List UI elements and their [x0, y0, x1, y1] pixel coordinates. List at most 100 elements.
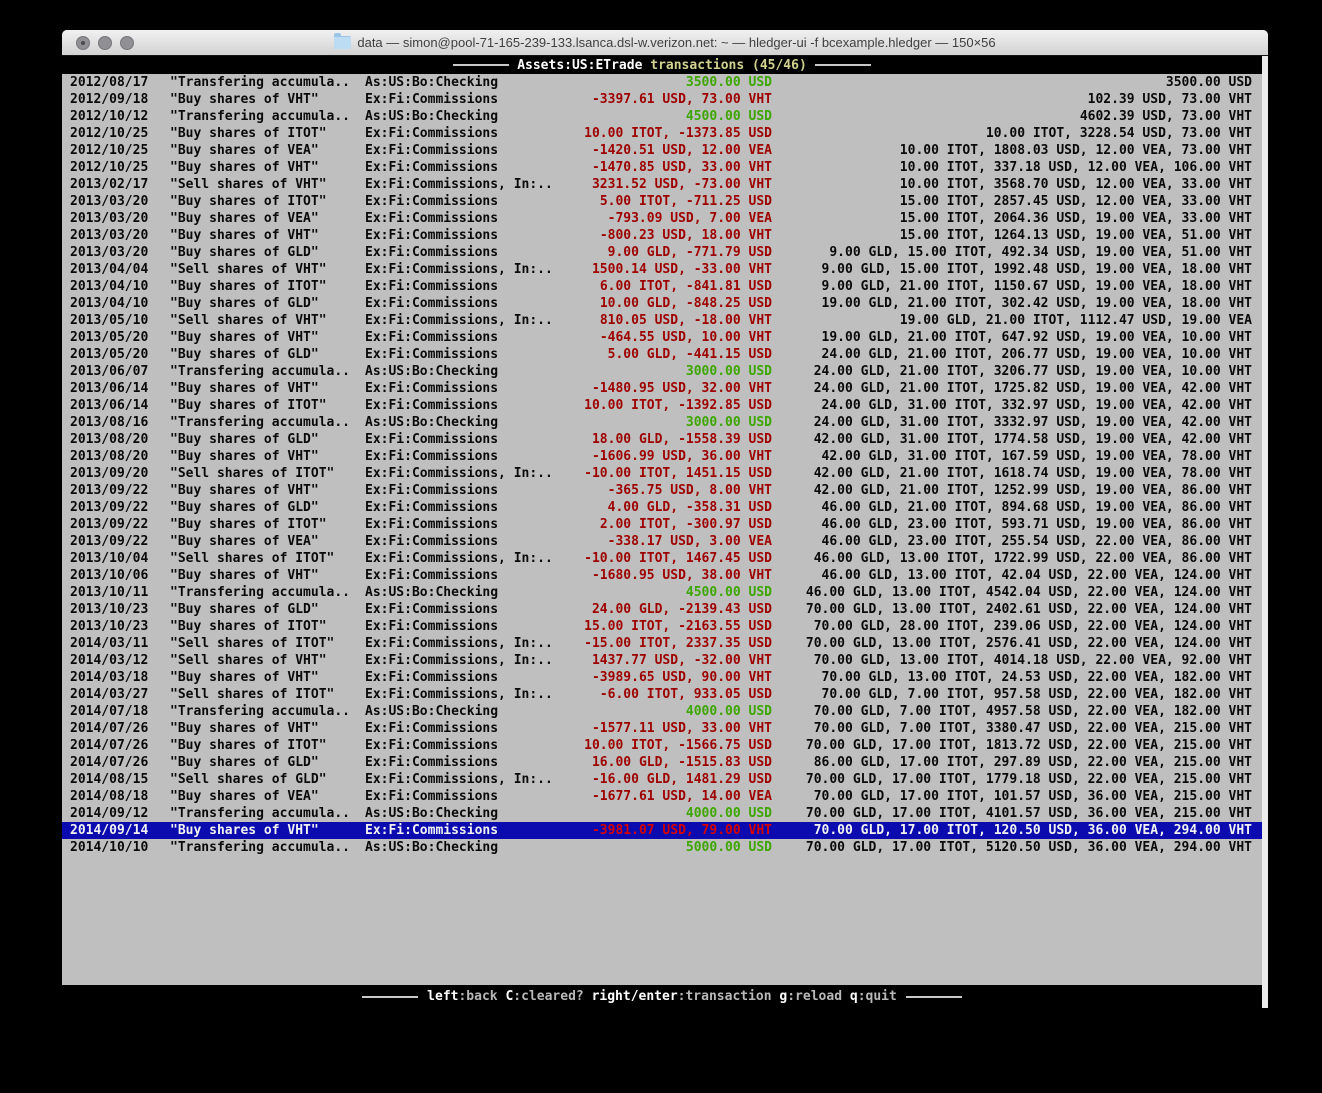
window-titlebar[interactable]: data — simon@pool-71-165-239-133.lsanca.… — [62, 30, 1268, 56]
table-row[interactable]: 2013/09/20 "Sell shares of ITOT" Ex:Fi:C… — [62, 465, 1262, 482]
cell-date: 2014/03/18 — [70, 670, 170, 685]
table-row[interactable]: 2013/04/10 "Buy shares of ITOT" Ex:Fi:Co… — [62, 278, 1262, 295]
table-row[interactable]: 2013/05/10 "Sell shares of VHT" Ex:Fi:Co… — [62, 312, 1262, 329]
cell-amount: 10.00 ITOT, -1566.75 USD — [580, 738, 772, 753]
cell-running-balance: 4602.39 USD, 73.00 VHT — [772, 109, 1252, 124]
table-row[interactable]: 2014/08/18 "Buy shares of VEA" Ex:Fi:Com… — [62, 788, 1262, 805]
table-row[interactable]: 2012/10/25 "Buy shares of VEA" Ex:Fi:Com… — [62, 142, 1262, 159]
cell-other-accounts: As:US:Bo:Checking — [365, 585, 580, 600]
table-row[interactable]: 2014/10/10 "Transfering accumula.. As:US… — [62, 839, 1262, 856]
table-row[interactable]: 2013/03/20 "Buy shares of ITOT" Ex:Fi:Co… — [62, 193, 1262, 210]
cell-description: "Buy shares of VHT" — [170, 568, 365, 583]
cell-description: "Transfering accumula.. — [170, 840, 365, 855]
cell-amount: 3000.00 USD — [580, 364, 772, 379]
cell-running-balance: 10.00 ITOT, 337.18 USD, 12.00 VEA, 106.0… — [772, 160, 1252, 175]
cell-date: 2013/05/20 — [70, 330, 170, 345]
cell-running-balance: 70.00 GLD, 13.00 ITOT, 2576.41 USD, 22.0… — [772, 636, 1252, 651]
table-row[interactable]: 2013/08/20 "Buy shares of VHT" Ex:Fi:Com… — [62, 448, 1262, 465]
minimize-button[interactable] — [98, 36, 112, 50]
table-row[interactable]: 2012/10/25 "Buy shares of ITOT" Ex:Fi:Co… — [62, 125, 1262, 142]
table-row[interactable]: 2014/03/11 "Sell shares of ITOT" Ex:Fi:C… — [62, 635, 1262, 652]
table-row[interactable]: 2013/03/20 "Buy shares of VEA" Ex:Fi:Com… — [62, 210, 1262, 227]
table-row[interactable]: 2013/10/11 "Transfering accumula.. As:US… — [62, 584, 1262, 601]
table-row[interactable]: 2013/10/06 "Buy shares of VHT" Ex:Fi:Com… — [62, 567, 1262, 584]
cell-amount: -365.75 USD, 8.00 VHT — [580, 483, 772, 498]
table-row[interactable]: 2013/09/22 "Buy shares of GLD" Ex:Fi:Com… — [62, 499, 1262, 516]
cell-other-accounts: Ex:Fi:Commissions — [365, 721, 580, 736]
table-row[interactable]: 2013/06/14 "Buy shares of ITOT" Ex:Fi:Co… — [62, 397, 1262, 414]
table-row[interactable]: 2013/03/20 "Buy shares of VHT" Ex:Fi:Com… — [62, 227, 1262, 244]
cell-date: 2014/08/18 — [70, 789, 170, 804]
table-row[interactable]: 2013/10/23 "Buy shares of GLD" Ex:Fi:Com… — [62, 601, 1262, 618]
table-row[interactable]: 2013/05/20 "Buy shares of VHT" Ex:Fi:Com… — [62, 329, 1262, 346]
table-row[interactable]: 2012/08/17 "Transfering accumula.. As:US… — [62, 74, 1262, 91]
cell-amount: 18.00 GLD, -1558.39 USD — [580, 432, 772, 447]
table-row[interactable]: 2014/03/27 "Sell shares of ITOT" Ex:Fi:C… — [62, 686, 1262, 703]
cell-description: "Buy shares of VHT" — [170, 449, 365, 464]
table-row[interactable]: 2014/07/26 "Buy shares of VHT" Ex:Fi:Com… — [62, 720, 1262, 737]
cell-running-balance: 10.00 ITOT, 1808.03 USD, 12.00 VEA, 73.0… — [772, 143, 1252, 158]
cell-other-accounts: Ex:Fi:Commissions — [365, 228, 580, 243]
table-row[interactable]: 2013/02/17 "Sell shares of VHT" Ex:Fi:Co… — [62, 176, 1262, 193]
cell-amount: 4.00 GLD, -358.31 USD — [580, 500, 772, 515]
table-row[interactable]: 2013/08/16 "Transfering accumula.. As:US… — [62, 414, 1262, 431]
key-hint: right/enter:transaction — [592, 989, 772, 1004]
table-row[interactable]: 2014/07/26 "Buy shares of ITOT" Ex:Fi:Co… — [62, 737, 1262, 754]
cell-description: "Buy shares of VEA" — [170, 143, 365, 158]
cell-description: "Buy shares of ITOT" — [170, 194, 365, 209]
table-row[interactable]: 2013/04/10 "Buy shares of GLD" Ex:Fi:Com… — [62, 295, 1262, 312]
cell-amount: -1470.85 USD, 33.00 VHT — [580, 160, 772, 175]
cell-description: "Buy shares of VHT" — [170, 330, 365, 345]
cell-running-balance: 42.00 GLD, 21.00 ITOT, 1618.74 USD, 19.0… — [772, 466, 1252, 481]
cell-running-balance: 46.00 GLD, 13.00 ITOT, 4542.04 USD, 22.0… — [772, 585, 1252, 600]
table-row[interactable]: 2014/09/14 "Buy shares of VHT" Ex:Fi:Com… — [62, 822, 1262, 839]
cell-other-accounts: Ex:Fi:Commissions — [365, 330, 580, 345]
table-row[interactable]: 2013/09/22 "Buy shares of ITOT" Ex:Fi:Co… — [62, 516, 1262, 533]
table-row[interactable]: 2013/06/07 "Transfering accumula.. As:US… — [62, 363, 1262, 380]
cell-other-accounts: Ex:Fi:Commissions, In:.. — [365, 636, 580, 651]
table-row[interactable]: 2012/10/12 "Transfering accumula.. As:US… — [62, 108, 1262, 125]
zoom-button[interactable] — [120, 36, 134, 50]
table-row[interactable]: 2013/03/20 "Buy shares of GLD" Ex:Fi:Com… — [62, 244, 1262, 261]
cell-description: "Sell shares of VHT" — [170, 177, 365, 192]
cell-date: 2014/08/15 — [70, 772, 170, 787]
cell-description: "Transfering accumula.. — [170, 585, 365, 600]
cell-date: 2014/09/14 — [70, 823, 170, 838]
table-row[interactable]: 2014/07/18 "Transfering accumula.. As:US… — [62, 703, 1262, 720]
cell-running-balance: 24.00 GLD, 31.00 ITOT, 332.97 USD, 19.00… — [772, 398, 1252, 413]
table-row[interactable]: 2013/10/04 "Sell shares of ITOT" Ex:Fi:C… — [62, 550, 1262, 567]
table-row[interactable]: 2013/04/04 "Sell shares of VHT" Ex:Fi:Co… — [62, 261, 1262, 278]
cell-description: "Transfering accumula.. — [170, 109, 365, 124]
table-row[interactable]: 2014/07/26 "Buy shares of GLD" Ex:Fi:Com… — [62, 754, 1262, 771]
cell-amount: -3989.65 USD, 90.00 VHT — [580, 670, 772, 685]
table-row[interactable]: 2013/10/23 "Buy shares of ITOT" Ex:Fi:Co… — [62, 618, 1262, 635]
table-row[interactable]: 2013/06/14 "Buy shares of VHT" Ex:Fi:Com… — [62, 380, 1262, 397]
table-row[interactable]: 2014/03/12 "Sell shares of VHT" Ex:Fi:Co… — [62, 652, 1262, 669]
table-row[interactable]: 2013/09/22 "Buy shares of VHT" Ex:Fi:Com… — [62, 482, 1262, 499]
cell-other-accounts: Ex:Fi:Commissions — [365, 619, 580, 634]
scrollbar[interactable] — [1262, 56, 1268, 1008]
cell-amount: 24.00 GLD, -2139.43 USD — [580, 602, 772, 617]
table-row[interactable]: 2014/08/15 "Sell shares of GLD" Ex:Fi:Co… — [62, 771, 1262, 788]
table-row[interactable]: 2012/09/18 "Buy shares of VHT" Ex:Fi:Com… — [62, 91, 1262, 108]
terminal-window: data — simon@pool-71-165-239-133.lsanca.… — [62, 30, 1268, 1008]
table-row[interactable]: 2013/09/22 "Buy shares of VEA" Ex:Fi:Com… — [62, 533, 1262, 550]
cell-date: 2013/04/04 — [70, 262, 170, 277]
header-rule-left — [453, 64, 509, 66]
table-row[interactable]: 2012/10/25 "Buy shares of VHT" Ex:Fi:Com… — [62, 159, 1262, 176]
cell-other-accounts: As:US:Bo:Checking — [365, 415, 580, 430]
table-row[interactable]: 2014/09/12 "Transfering accumula.. As:US… — [62, 805, 1262, 822]
cell-amount: -1677.61 USD, 14.00 VEA — [580, 789, 772, 804]
cell-date: 2013/10/04 — [70, 551, 170, 566]
header-account: Assets:US:ETrade — [517, 58, 642, 73]
table-row[interactable]: 2013/08/20 "Buy shares of GLD" Ex:Fi:Com… — [62, 431, 1262, 448]
cell-running-balance: 70.00 GLD, 17.00 ITOT, 1813.72 USD, 22.0… — [772, 738, 1252, 753]
cell-running-balance: 46.00 GLD, 13.00 ITOT, 42.04 USD, 22.00 … — [772, 568, 1252, 583]
table-row[interactable]: 2013/05/20 "Buy shares of GLD" Ex:Fi:Com… — [62, 346, 1262, 363]
close-button[interactable] — [76, 36, 90, 50]
cell-other-accounts: Ex:Fi:Commissions — [365, 194, 580, 209]
cell-running-balance: 70.00 GLD, 28.00 ITOT, 239.06 USD, 22.00… — [772, 619, 1252, 634]
cell-running-balance: 70.00 GLD, 13.00 ITOT, 24.53 USD, 22.00 … — [772, 670, 1252, 685]
table-row[interactable]: 2014/03/18 "Buy shares of VHT" Ex:Fi:Com… — [62, 669, 1262, 686]
cell-running-balance: 46.00 GLD, 21.00 ITOT, 894.68 USD, 19.00… — [772, 500, 1252, 515]
